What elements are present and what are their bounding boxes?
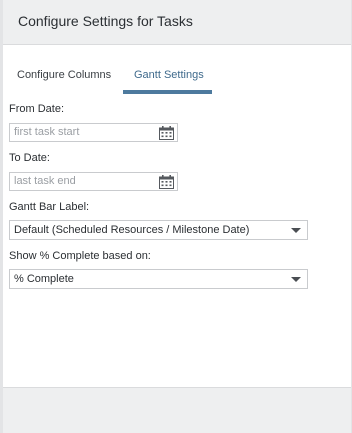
percent-complete-value: % Complete [14, 273, 74, 285]
chevron-down-icon [291, 228, 301, 233]
percent-complete-select[interactable]: % Complete [9, 269, 308, 289]
to-date-input[interactable]: last task end [9, 172, 178, 191]
gantt-bar-label-select[interactable]: Default (Scheduled Resources / Milestone… [9, 220, 308, 240]
from-date-input[interactable]: first task start [9, 123, 178, 142]
dialog-header: Configure Settings for Tasks [3, 0, 351, 45]
to-date-placeholder: last task end [14, 175, 76, 187]
calendar-icon[interactable] [159, 175, 174, 189]
from-date-placeholder: first task start [14, 126, 80, 138]
tab-gantt-settings[interactable]: Gantt Settings [134, 69, 204, 81]
calendar-icon[interactable] [159, 126, 174, 140]
percent-complete-label: Show % Complete based on: [9, 250, 151, 262]
dialog-title: Configure Settings for Tasks [18, 13, 193, 29]
active-tab-indicator [123, 90, 212, 94]
configure-settings-dialog: Configure Settings for Tasks Configure C… [0, 0, 352, 433]
gantt-bar-label-value: Default (Scheduled Resources / Milestone… [14, 224, 250, 236]
dialog-footer [3, 387, 351, 433]
from-date-label: From Date: [9, 103, 65, 115]
tab-bar: Configure Columns Gantt Settings [3, 44, 351, 94]
chevron-down-icon [291, 277, 301, 282]
gantt-bar-label-label: Gantt Bar Label: [9, 201, 90, 213]
tab-configure-columns[interactable]: Configure Columns [17, 69, 111, 81]
to-date-label: To Date: [9, 152, 50, 164]
